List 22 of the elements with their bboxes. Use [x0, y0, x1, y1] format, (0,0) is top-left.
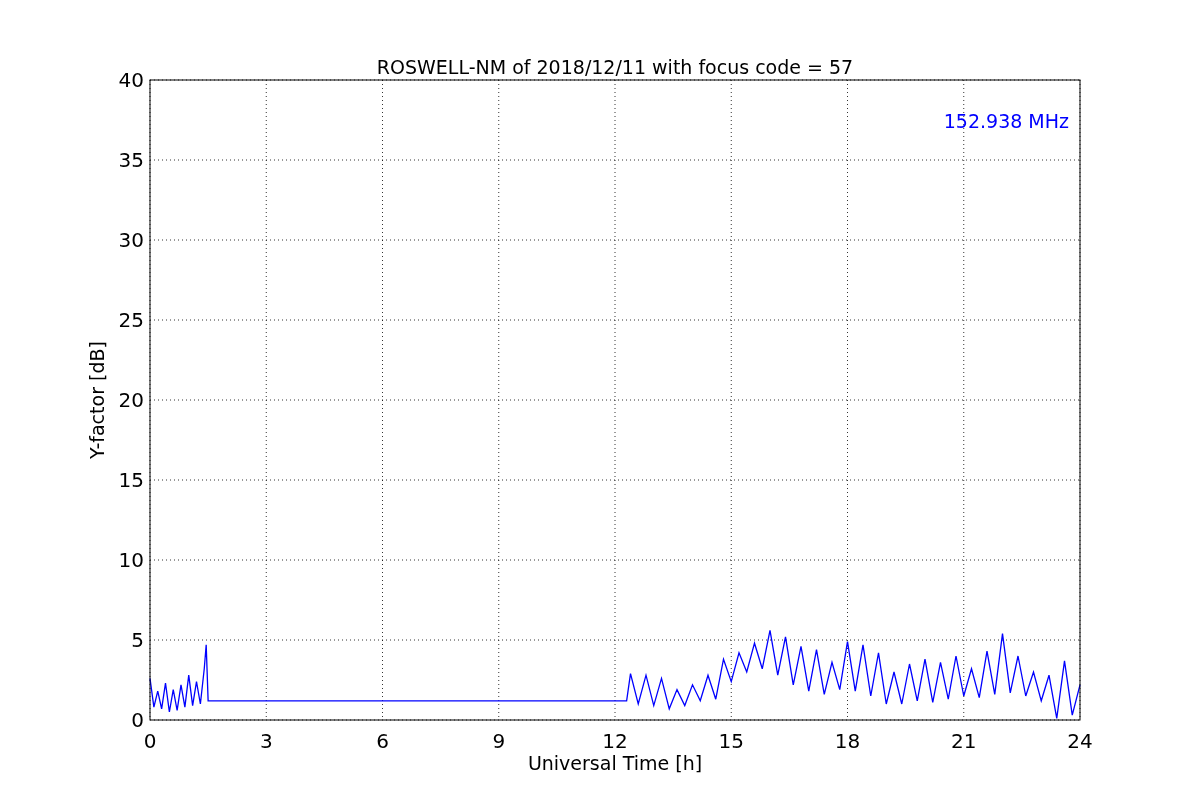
- series-label: 152.938 MHz: [943, 110, 1069, 132]
- y-tick-label: 5: [131, 628, 144, 652]
- x-tick-label: 9: [492, 729, 506, 753]
- x-tick-label: 18: [834, 729, 861, 753]
- y-axis-label: Y-factor [dB]: [86, 341, 108, 459]
- x-tick-label: 12: [602, 729, 628, 753]
- x-tick-label: 21: [951, 729, 977, 753]
- y-tick-label: 20: [118, 388, 144, 412]
- y-tick-label: 15: [118, 468, 144, 492]
- x-axis-label: Universal Time [h]: [527, 752, 703, 774]
- y-tick-label: 25: [118, 308, 144, 332]
- y-tick-label: 30: [118, 228, 144, 252]
- y-tick-label: 0: [131, 708, 144, 732]
- x-tick-label: 6: [376, 729, 389, 753]
- x-tick-label: 3: [259, 729, 273, 753]
- x-tick-label: 24: [1067, 729, 1093, 753]
- x-tick-label: 0: [143, 729, 157, 753]
- y-tick-label: 40: [118, 68, 144, 92]
- chart-title: ROSWELL-NM of 2018/12/11 with focus code = 57: [376, 56, 854, 78]
- y-tick-label: 35: [118, 148, 144, 172]
- x-tick-label: 15: [718, 729, 744, 753]
- y-tick-label: 10: [118, 548, 144, 572]
